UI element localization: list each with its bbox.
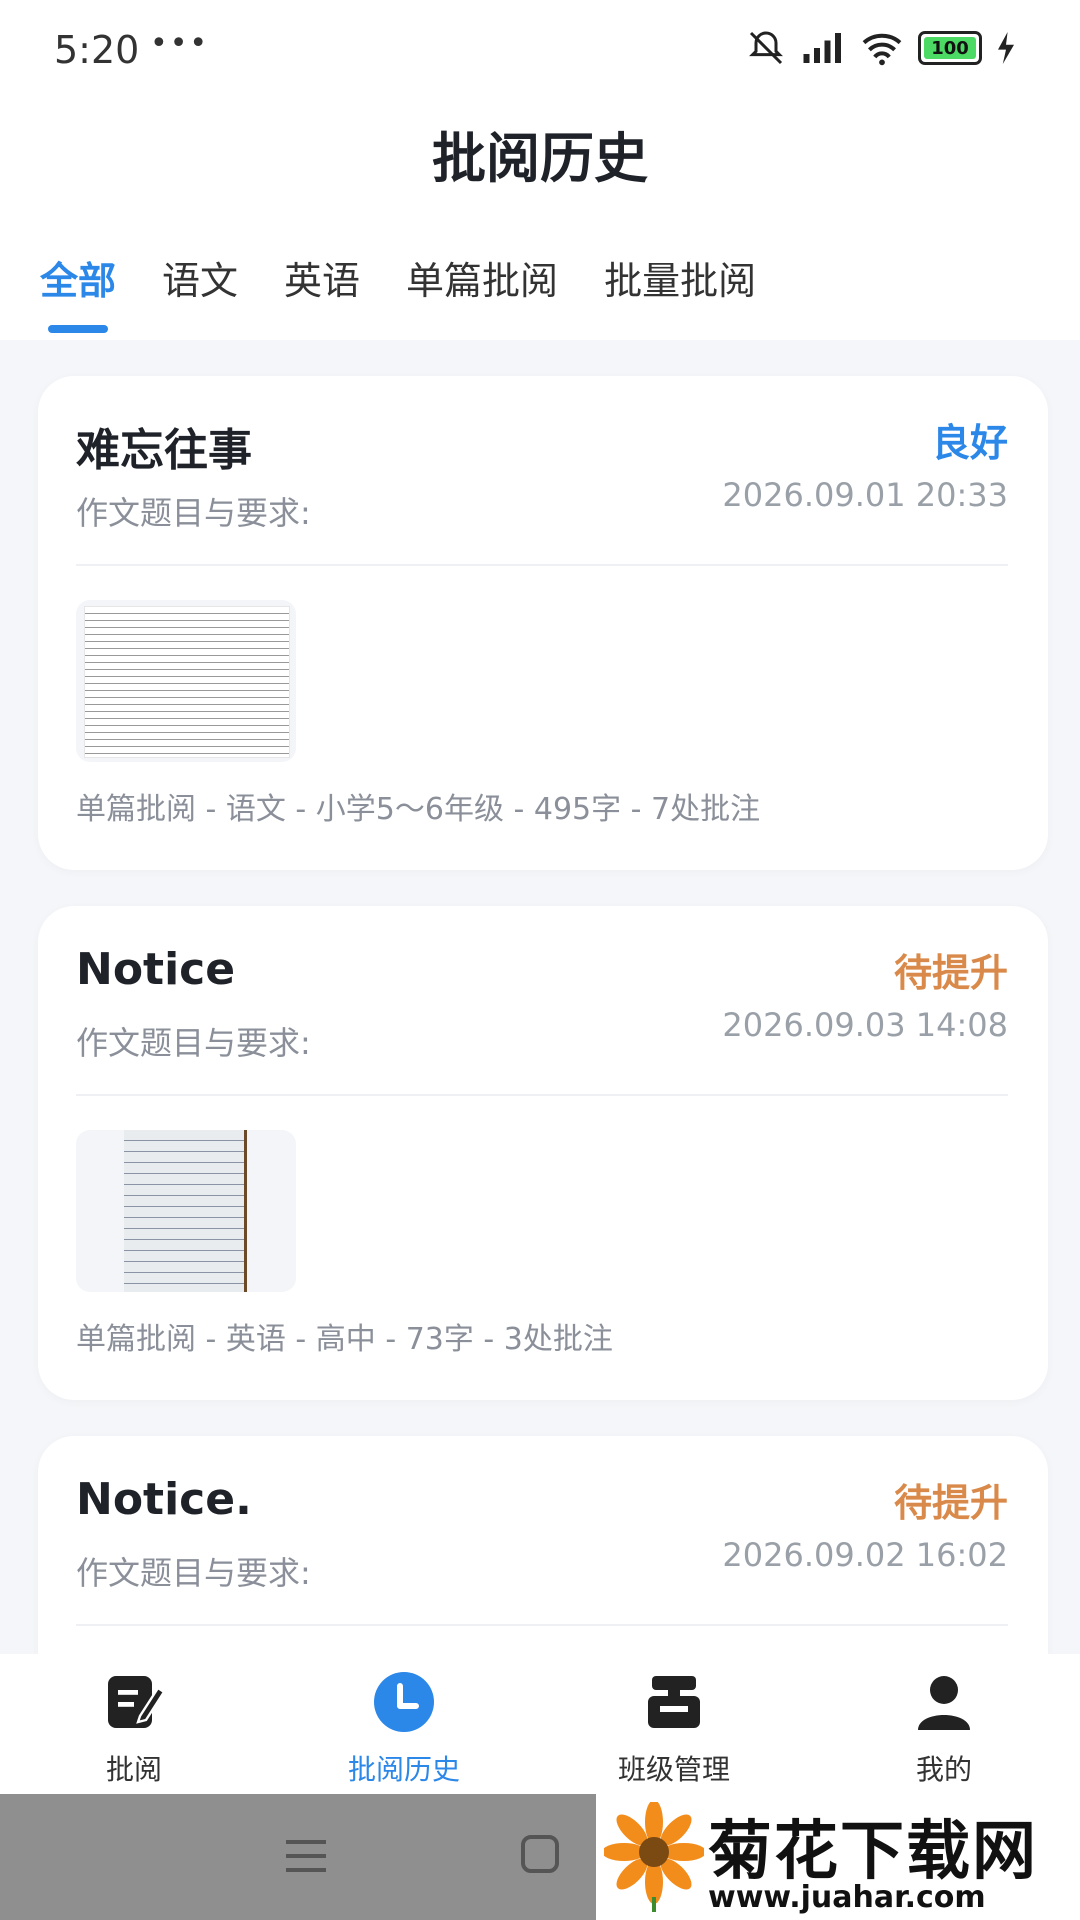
nav-label: 批阅历史 (347, 1753, 460, 1786)
nav-profile[interactable]: 我的 (844, 1670, 1044, 1788)
user-icon (918, 1676, 970, 1730)
home-square-icon[interactable] (520, 1834, 560, 1874)
flower-logo-icon (604, 1802, 704, 1912)
bottom-nav: 批阅 批阅历史 班级管理 我的 (0, 1654, 1080, 1794)
status-icons: 100 (746, 28, 1016, 68)
page-header: 批阅历史 全部 语文 英语 单篇批阅 批量批阅 (0, 100, 1080, 340)
status-dots: ••• (150, 26, 210, 61)
nav-review-history[interactable]: 批阅历史 (304, 1670, 504, 1788)
nav-review[interactable]: 批阅 (34, 1670, 234, 1788)
card-date: 2026.09.01 20:33 (722, 476, 1008, 514)
nav-class-manage[interactable]: 班级管理 (574, 1670, 774, 1788)
card-subtitle: 作文题目与要求: (76, 1554, 311, 1592)
status-time: 5:20 (54, 28, 140, 72)
grade-badge: 良好 (931, 421, 1008, 465)
watermark: 菊花下载网 www.juahar.com (596, 1794, 1080, 1920)
nav-label: 班级管理 (617, 1753, 730, 1786)
watermark-url: www.juahar.com (708, 1880, 986, 1915)
grade-badge: 待提升 (893, 1481, 1008, 1525)
tab-single-review[interactable]: 单篇批阅 (406, 250, 558, 333)
class-manage-icon (648, 1676, 700, 1728)
essay-thumbnail[interactable] (76, 1130, 296, 1292)
divider (76, 1094, 1008, 1096)
status-bar: 5:20 ••• 100 (0, 0, 1080, 100)
watermark-title: 菊花下载网 (708, 1815, 1038, 1889)
card-meta: 单篇批阅 - 英语 - 高中 - 73字 - 3处批注 (76, 1322, 613, 1357)
tab-english[interactable]: 英语 (284, 250, 360, 333)
card-title: Notice (76, 944, 236, 995)
tab-chinese[interactable]: 语文 (162, 250, 238, 333)
card-date: 2026.09.02 16:02 (722, 1536, 1008, 1574)
filter-tabs: 全部 语文 英语 单篇批阅 批量批阅 (40, 250, 756, 333)
clock-icon (374, 1672, 434, 1732)
review-card[interactable]: 难忘往事 良好 作文题目与要求: 2026.09.01 20:33 单篇批阅 -… (38, 376, 1048, 870)
printed-essay-image (84, 606, 290, 758)
page-title: 批阅历史 (432, 127, 648, 190)
nav-label: 我的 (915, 1753, 972, 1786)
card-date: 2026.09.03 14:08 (722, 1006, 1008, 1044)
review-card[interactable]: Notice 待提升 作文题目与要求: 2026.09.03 14:08 单篇批… (38, 906, 1048, 1400)
card-subtitle: 作文题目与要求: (76, 1024, 311, 1062)
nav-label: 批阅 (105, 1753, 162, 1786)
grade-badge: 待提升 (893, 951, 1008, 995)
signal-icon (803, 33, 841, 63)
battery-icon: 100 (918, 31, 982, 65)
handwritten-essay-image (124, 1130, 247, 1292)
tab-all[interactable]: 全部 (40, 250, 116, 333)
card-title: Notice. (76, 1474, 252, 1525)
tab-batch-review[interactable]: 批量批阅 (604, 250, 756, 333)
wifi-icon (862, 33, 902, 66)
essay-thumbnail[interactable] (76, 600, 296, 762)
battery-level: 100 (931, 37, 969, 59)
edit-document-icon (108, 1676, 166, 1728)
mute-bell-icon (749, 31, 783, 65)
card-meta: 单篇批阅 - 语文 - 小学5～6年级 - 495字 - 7处批注 (76, 792, 761, 827)
card-title: 难忘往事 (76, 425, 252, 476)
charging-icon (998, 32, 1014, 64)
divider (76, 1624, 1008, 1626)
card-subtitle: 作文题目与要求: (76, 494, 311, 532)
divider (76, 564, 1008, 566)
menu-icon[interactable] (286, 1838, 326, 1874)
